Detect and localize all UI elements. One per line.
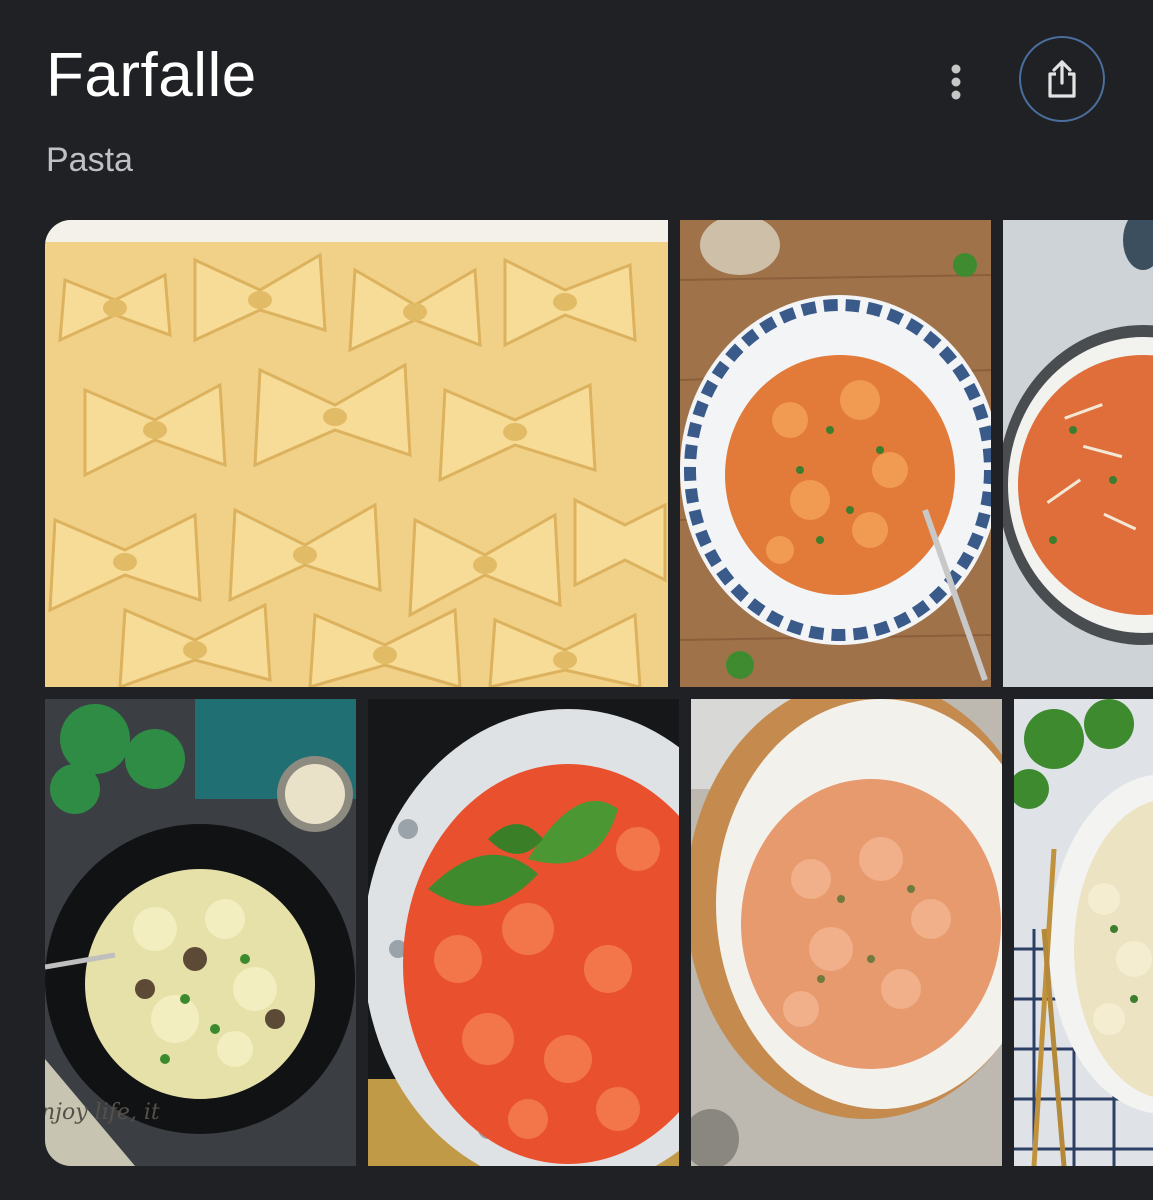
image-tile-raw-farfalle[interactable] <box>45 220 668 687</box>
image-tile-tomato-farfalle-plate[interactable] <box>680 220 991 687</box>
more-options-button[interactable] <box>930 56 982 108</box>
page-title: Farfalle <box>46 41 257 110</box>
mushroom-farfalle-image: njoy life, it <box>45 699 356 1166</box>
raw-farfalle-image <box>45 220 668 687</box>
page-subtitle: Pasta <box>46 141 133 179</box>
napkin-caption: njoy life, it <box>45 1100 160 1125</box>
more-vert-icon <box>951 64 961 100</box>
image-tile-pink-sauce-farfalle[interactable] <box>691 699 1002 1166</box>
share-icon <box>1048 60 1076 98</box>
creamy-tomato-farfalle-image <box>1003 220 1153 687</box>
image-tile-herb-farfalle[interactable] <box>1014 699 1153 1166</box>
image-tile-mushroom-farfalle[interactable]: njoy life, it <box>45 699 356 1166</box>
herb-farfalle-image <box>1014 699 1153 1166</box>
pink-sauce-farfalle-image <box>691 699 1002 1166</box>
share-button[interactable] <box>1019 36 1105 122</box>
tomato-farfalle-plate-image <box>680 220 991 687</box>
image-tile-basil-farfalle[interactable] <box>368 699 679 1166</box>
basil-farfalle-image <box>368 699 679 1166</box>
image-tile-creamy-tomato-farfalle[interactable] <box>1003 220 1153 687</box>
